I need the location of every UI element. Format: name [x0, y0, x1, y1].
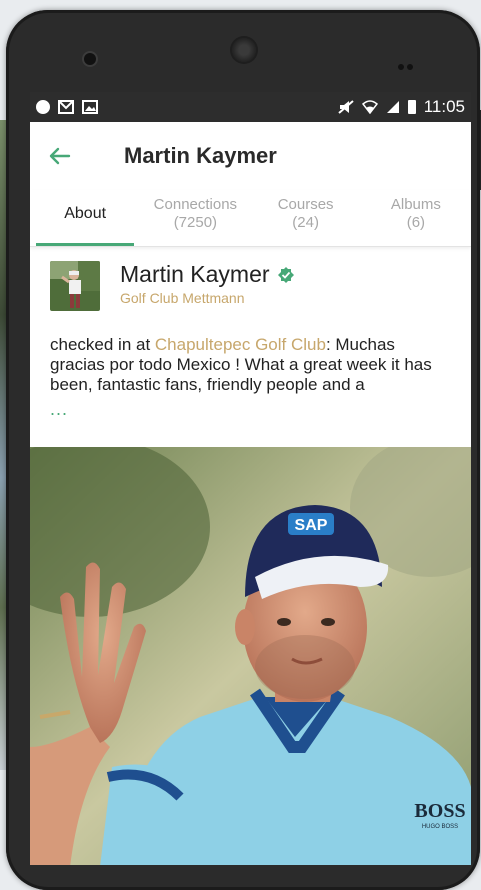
shirt-logo: BOSS [414, 800, 465, 822]
read-more-link[interactable]: ... [50, 399, 451, 420]
app-bar: Martin Kaymer [30, 122, 471, 190]
tab-connections-label: Connections [153, 196, 238, 213]
tab-about-label: About [64, 205, 107, 222]
tab-courses-count: (24) [292, 214, 319, 231]
phone-frame: 11:05 Martin Kaymer About Connections (7… [6, 10, 480, 890]
tab-connections[interactable]: Connections (7250) [140, 190, 250, 246]
post-photo-image: SAP BOSS HUGO BOSS [30, 447, 471, 865]
tab-albums-label: Albums [390, 196, 441, 213]
wifi-icon [361, 100, 378, 114]
phone-top-bezel [6, 10, 480, 82]
author-club[interactable]: Golf Club Mettmann [120, 290, 294, 306]
author-avatar[interactable] [50, 261, 100, 311]
post-text-prefix: checked in at [50, 335, 155, 354]
post-header: Martin Kaymer Golf Club Mettmann [50, 261, 451, 311]
back-button[interactable] [30, 122, 90, 190]
front-camera [84, 53, 96, 65]
post-text: checked in at Chapultepec Golf Club: Muc… [50, 335, 451, 395]
post-photo[interactable]: SAP BOSS HUGO BOSS [30, 447, 471, 865]
status-time: 11:05 [423, 97, 465, 116]
avatar-image [50, 261, 100, 311]
tab-about[interactable]: About [30, 190, 140, 246]
earpiece-speaker [232, 38, 256, 62]
shirt-sub-logo: HUGO BOSS [422, 824, 458, 830]
feed-post: Martin Kaymer Golf Club Mettmann checked… [30, 247, 471, 420]
image-icon [82, 100, 98, 114]
proximity-sensor [398, 57, 416, 70]
tab-courses[interactable]: Courses (24) [251, 190, 361, 246]
page-title: Martin Kaymer [124, 143, 277, 168]
verified-badge-icon [277, 266, 294, 283]
checkin-location-link[interactable]: Chapultepec Golf Club [155, 335, 326, 354]
mute-icon [338, 100, 354, 114]
mail-icon [58, 100, 74, 114]
app-screen: 11:05 Martin Kaymer About Connections (7… [30, 92, 471, 865]
tab-albums[interactable]: Albums (6) [361, 190, 471, 246]
tab-albums-count: (6) [406, 214, 426, 231]
tab-courses-label: Courses [277, 196, 334, 213]
skype-icon [36, 100, 50, 114]
cap-logo: SAP [295, 517, 328, 534]
signal-icon [386, 101, 399, 113]
author-name[interactable]: Martin Kaymer [120, 261, 270, 288]
profile-tabs: About Connections (7250) Courses (24) Al… [30, 190, 471, 247]
battery-icon [407, 100, 416, 114]
status-bar: 11:05 [30, 92, 471, 122]
tab-connections-count: (7250) [173, 214, 218, 231]
back-arrow-icon [49, 147, 71, 165]
